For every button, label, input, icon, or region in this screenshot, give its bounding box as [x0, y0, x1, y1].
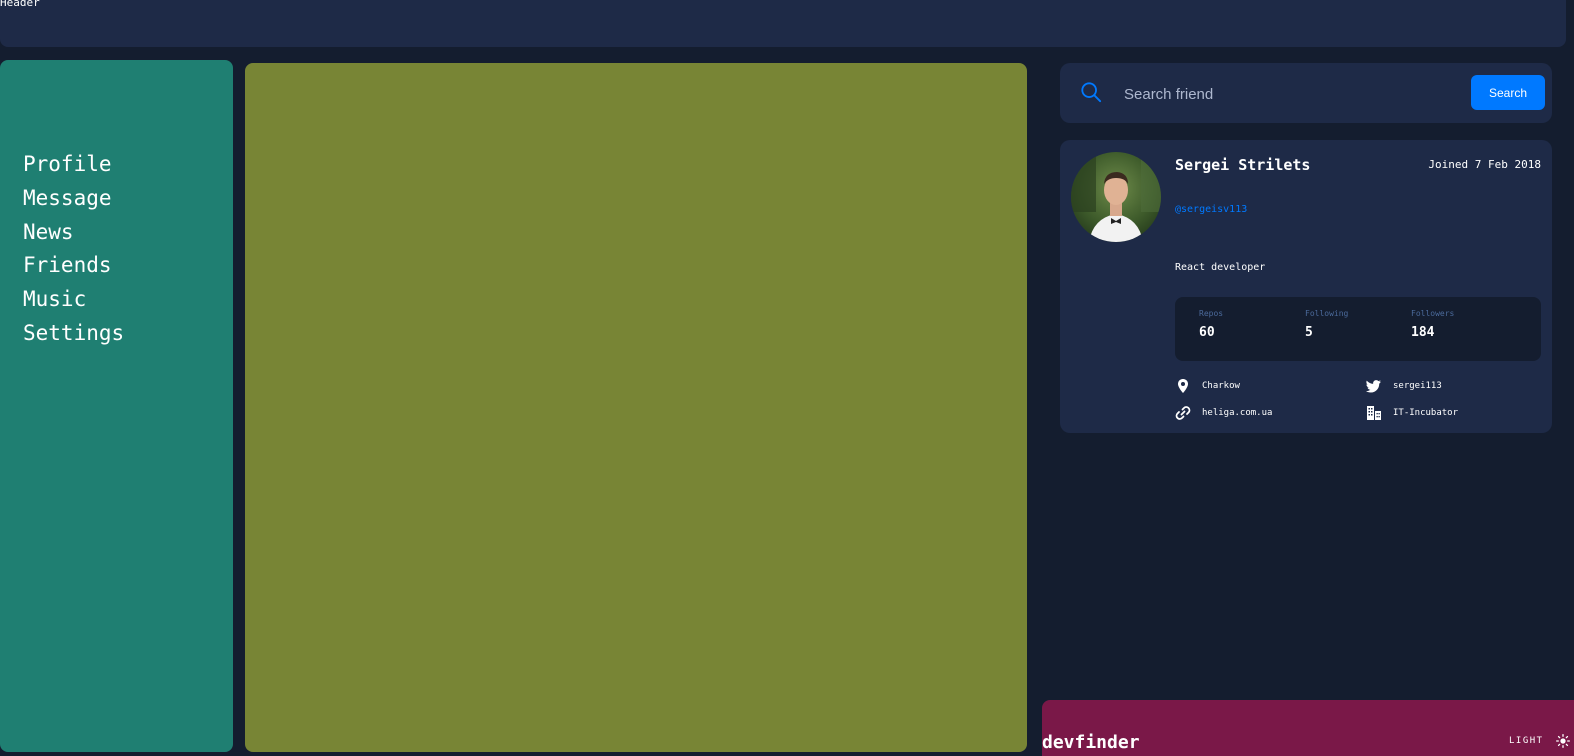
- profile-name: Sergei Strilets: [1175, 156, 1311, 174]
- search-button[interactable]: Search: [1471, 75, 1545, 110]
- stat-followers: Followers 184: [1411, 309, 1454, 340]
- joined-date: Joined 7 Feb 2018: [1428, 158, 1541, 171]
- stat-following-label: Following: [1305, 309, 1349, 318]
- link-icon: [1175, 406, 1191, 420]
- main-content: [245, 63, 1027, 752]
- building-icon: [1367, 406, 1381, 420]
- theme-label: LIGHT: [1509, 736, 1544, 746]
- avatar: [1071, 152, 1161, 242]
- header: Header: [0, 0, 1566, 47]
- nav-item-settings[interactable]: Settings: [23, 317, 124, 351]
- nav-item-friends[interactable]: Friends: [23, 249, 124, 283]
- stat-following-value: 5: [1305, 325, 1313, 340]
- stat-followers-label: Followers: [1411, 309, 1455, 318]
- devfinder-header: devfinder LIGHT: [1042, 700, 1574, 756]
- search-bar: Search: [1060, 63, 1552, 123]
- profile-login[interactable]: @sergeisv113: [1175, 204, 1247, 215]
- location-text: Charkow: [1202, 381, 1240, 391]
- twitter-text[interactable]: sergei113: [1393, 381, 1442, 391]
- nav-item-news[interactable]: News: [23, 216, 124, 250]
- company-text: IT-Incubator: [1393, 408, 1459, 418]
- profile-links: Charkow sergei113 heliga.com.ua IT-Incub…: [1175, 378, 1545, 428]
- stats-panel: Repos 60 Following 5 Followers 184: [1175, 297, 1541, 361]
- stat-repos-value: 60: [1199, 325, 1215, 340]
- twitter-icon: [1366, 380, 1381, 393]
- location-pin-icon: [1178, 379, 1188, 393]
- search-input[interactable]: [1122, 80, 1456, 108]
- sun-icon: [1556, 734, 1570, 748]
- devfinder-logo: devfinder: [1042, 732, 1140, 753]
- stat-followers-value: 184: [1411, 325, 1435, 340]
- header-title: Header: [0, 0, 40, 9]
- search-icon: [1081, 82, 1102, 103]
- sidebar-nav: Profile Message News Friends Music Setti…: [23, 148, 124, 351]
- nav-item-music[interactable]: Music: [23, 283, 124, 317]
- profile-bio: React developer: [1175, 262, 1266, 273]
- profile-card: Sergei Strilets Joined 7 Feb 2018 @serge…: [1060, 140, 1552, 433]
- nav-item-message[interactable]: Message: [23, 182, 124, 216]
- stat-repos-label: Repos: [1199, 309, 1224, 318]
- sidebar: Profile Message News Friends Music Setti…: [0, 60, 233, 752]
- stat-following: Following 5: [1305, 309, 1348, 340]
- stat-repos: Repos 60: [1199, 309, 1223, 340]
- nav-item-profile[interactable]: Profile: [23, 148, 124, 182]
- blog-text[interactable]: heliga.com.ua: [1202, 408, 1272, 418]
